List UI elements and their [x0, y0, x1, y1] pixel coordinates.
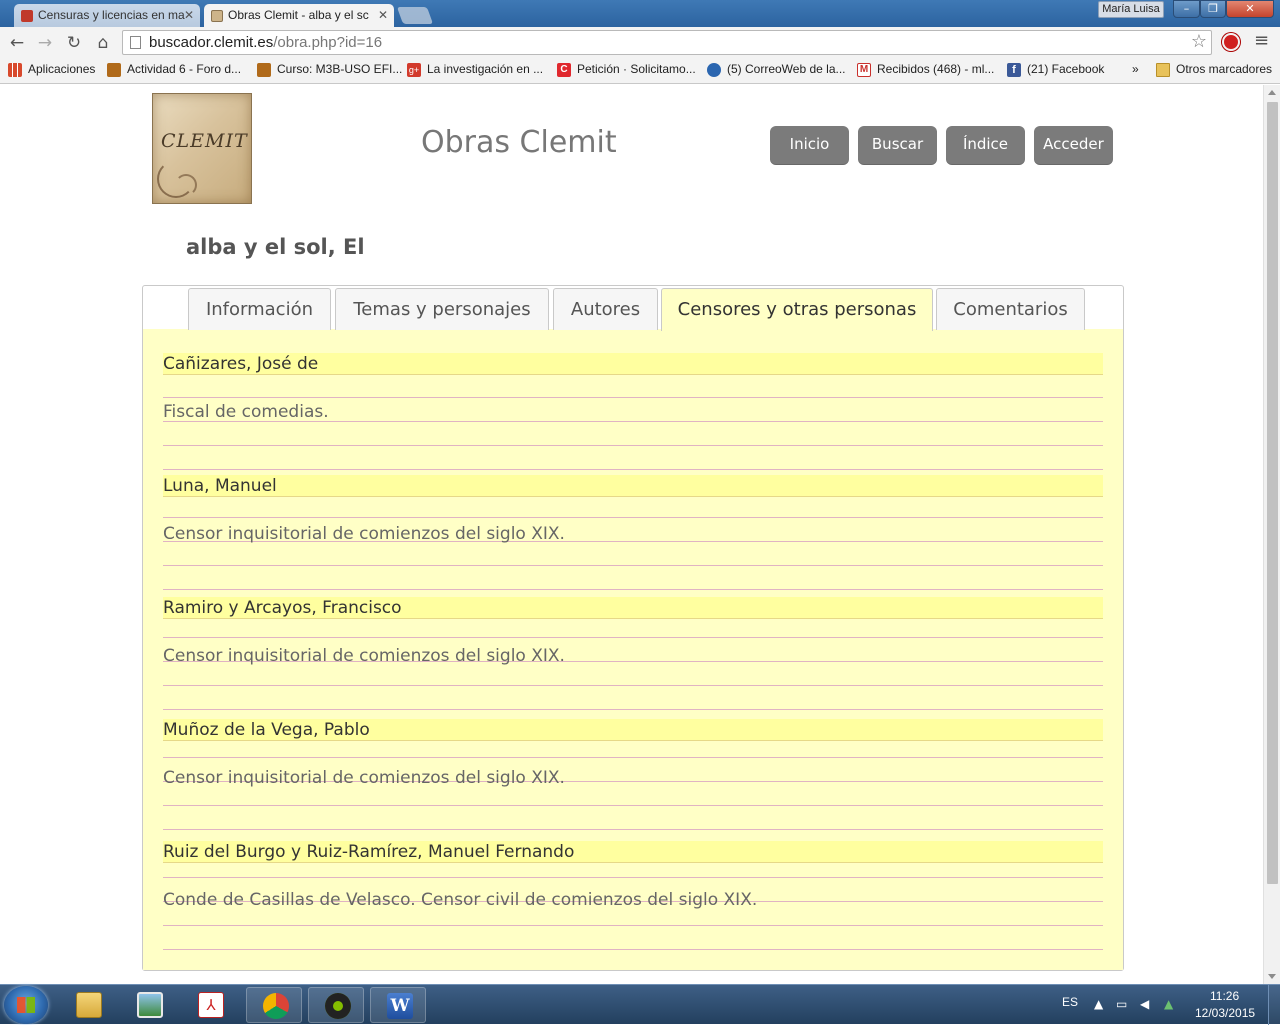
bookmark-actividad6[interactable]: Actividad 6 - Foro d...	[107, 62, 241, 77]
taskbar-chrome[interactable]	[246, 987, 302, 1023]
volume-icon[interactable]: ◀	[1140, 997, 1149, 1011]
site-title: Obras Clemit	[421, 125, 617, 160]
clemit-favicon-icon	[211, 10, 223, 22]
network-icon[interactable]: ▭	[1116, 997, 1127, 1011]
browser-tab-censuras[interactable]: Censuras y licencias en ma ✕	[14, 4, 200, 28]
tab-title: Censuras y licencias en ma	[38, 8, 185, 22]
clock-time[interactable]: 11:26	[1210, 989, 1239, 1003]
chrome-menu-icon[interactable]: ≡	[1254, 30, 1269, 51]
bookmark-curso[interactable]: Curso: M3B-USO EFI...	[257, 62, 402, 77]
person-description: Censor inquisitorial de comienzos del si…	[163, 524, 565, 544]
moodle-icon	[107, 63, 121, 77]
show-hidden-icons-icon[interactable]: ▲	[1094, 997, 1103, 1011]
windows-logo-icon	[17, 997, 35, 1013]
taskbar-word[interactable]: W	[370, 987, 426, 1023]
bookmark-apps[interactable]: Aplicaciones	[8, 62, 95, 77]
scroll-up-arrow-icon[interactable]	[1268, 90, 1276, 95]
browser-tab-obras[interactable]: Obras Clemit - alba y el sc ✕	[204, 4, 394, 28]
person-name: Muñoz de la Vega, Pablo	[163, 719, 1103, 741]
tab-informacion[interactable]: Información	[188, 288, 331, 330]
person-name: Ruiz del Burgo y Ruiz-Ramírez, Manuel Fe…	[163, 841, 1103, 863]
nav-inicio-button[interactable]: Inicio	[770, 126, 849, 165]
person-description: Censor inquisitorial de comienzos del si…	[163, 768, 565, 788]
close-tab-icon[interactable]: ✕	[184, 8, 194, 22]
spotify-icon	[325, 993, 351, 1019]
page-viewport: CLEMIT Obras Clemit Inicio Buscar Índice…	[0, 85, 1263, 984]
nav-acceder-button[interactable]: Acceder	[1034, 126, 1113, 165]
clemit-logo[interactable]: CLEMIT	[152, 93, 252, 204]
url-text[interactable]: buscador.clemit.es/obra.php?id=16	[149, 34, 382, 51]
profile-button[interactable]: María Luisa	[1098, 1, 1164, 18]
clock-date[interactable]: 12/03/2015	[1195, 1006, 1255, 1020]
show-desktop-button[interactable]	[1268, 985, 1280, 1025]
scroll-down-arrow-icon[interactable]	[1268, 974, 1276, 979]
person-description: Conde de Casillas de Velasco. Censor civ…	[163, 890, 758, 910]
forward-arrow-icon[interactable]: →	[33, 31, 57, 55]
google-plus-icon: g+	[407, 63, 421, 77]
word-icon: W	[387, 993, 413, 1019]
back-arrow-icon[interactable]: ←	[5, 31, 29, 55]
other-bookmarks-folder[interactable]: Otros marcadores	[1156, 62, 1272, 77]
bookmarks-bar: Aplicaciones Actividad 6 - Foro d... Cur…	[0, 58, 1280, 84]
bookmark-investigacion[interactable]: g+ La investigación en ...	[407, 62, 543, 77]
tab-autores[interactable]: Autores	[553, 288, 658, 330]
tab-comentarios[interactable]: Comentarios	[936, 288, 1085, 330]
taskbar-photos[interactable]	[121, 987, 177, 1023]
facebook-icon: f	[1007, 63, 1021, 77]
bookmark-recibidos[interactable]: M Recibidos (468) - ml...	[857, 62, 994, 77]
page-icon	[130, 36, 141, 49]
person-description: Censor inquisitorial de comienzos del si…	[163, 646, 565, 666]
close-window-button[interactable]: ✕	[1226, 0, 1274, 18]
language-indicator[interactable]: ES	[1062, 995, 1078, 1009]
browser-titlebar: Censuras y licencias en ma ✕ Obras Clemi…	[0, 0, 1280, 28]
browser-toolbar: ← → ↻ ⌂ buscador.clemit.es/obra.php?id=1…	[0, 27, 1280, 58]
change-org-icon: C	[557, 63, 571, 77]
windows-taskbar: ⅄ W ES ▲ ▭ ◀ ▲ 11:26 12/03/2015	[0, 984, 1280, 1025]
chrome-icon	[263, 993, 289, 1019]
logo-text: CLEMIT	[161, 130, 248, 152]
more-bookmarks-chevron-icon[interactable]: »	[1132, 62, 1139, 76]
folder-icon	[1156, 63, 1170, 77]
bookmark-facebook[interactable]: f (21) Facebook	[1007, 62, 1104, 77]
maximize-button[interactable]: ❐	[1200, 0, 1226, 18]
apps-grid-icon	[8, 63, 22, 77]
minimize-button[interactable]: –	[1173, 0, 1200, 18]
tab-title: Obras Clemit - alba y el sc	[228, 8, 369, 22]
pdf-icon: ⅄	[198, 992, 224, 1018]
tab-censores-y-otras-personas[interactable]: Censores y otras personas	[661, 288, 933, 331]
folder-icon	[76, 992, 102, 1018]
tab-temas-y-personajes[interactable]: Temas y personajes	[335, 288, 549, 330]
person-name: Ramiro y Arcayos, Francisco	[163, 597, 1103, 619]
adblock-extension-icon[interactable]	[1222, 33, 1240, 51]
bookmark-correoweb[interactable]: (5) CorreoWeb de la...	[707, 62, 846, 77]
home-icon[interactable]: ⌂	[91, 31, 115, 55]
tab-content: Cañizares, José de Fiscal de comedias. L…	[143, 329, 1123, 970]
start-button[interactable]	[4, 986, 48, 1024]
taskbar-spotify[interactable]	[308, 987, 364, 1023]
person-name: Cañizares, José de	[163, 353, 1103, 375]
bookmark-peticion[interactable]: C Petición · Solicitamo...	[557, 62, 696, 77]
nav-indice-button[interactable]: Índice	[946, 126, 1025, 165]
flower-favicon-icon	[21, 10, 33, 22]
picture-viewer-icon	[137, 992, 163, 1018]
person-name: Luna, Manuel	[163, 475, 1103, 497]
ornament-swirl-icon	[175, 174, 197, 196]
bookmark-star-icon[interactable]: ☆	[1191, 31, 1207, 52]
gmail-icon: M	[857, 63, 871, 77]
page-title: alba y el sol, El	[186, 235, 365, 259]
nav-buscar-button[interactable]: Buscar	[858, 126, 937, 165]
mail-icon	[707, 63, 721, 77]
page-scrollbar[interactable]	[1263, 85, 1280, 984]
reload-icon[interactable]: ↻	[62, 31, 86, 55]
person-description: Fiscal de comedias.	[163, 402, 329, 422]
taskbar-acrobat[interactable]: ⅄	[182, 987, 238, 1023]
close-tab-icon[interactable]: ✕	[378, 8, 388, 22]
work-tabs-panel: Cañizares, José de Fiscal de comedias. L…	[142, 285, 1124, 971]
taskbar-explorer[interactable]	[60, 987, 116, 1023]
google-drive-icon[interactable]: ▲	[1164, 997, 1173, 1011]
address-bar[interactable]: buscador.clemit.es/obra.php?id=16 ☆	[122, 30, 1212, 55]
moodle-icon	[257, 63, 271, 77]
new-tab-button[interactable]	[396, 7, 434, 24]
scroll-thumb[interactable]	[1267, 102, 1278, 884]
